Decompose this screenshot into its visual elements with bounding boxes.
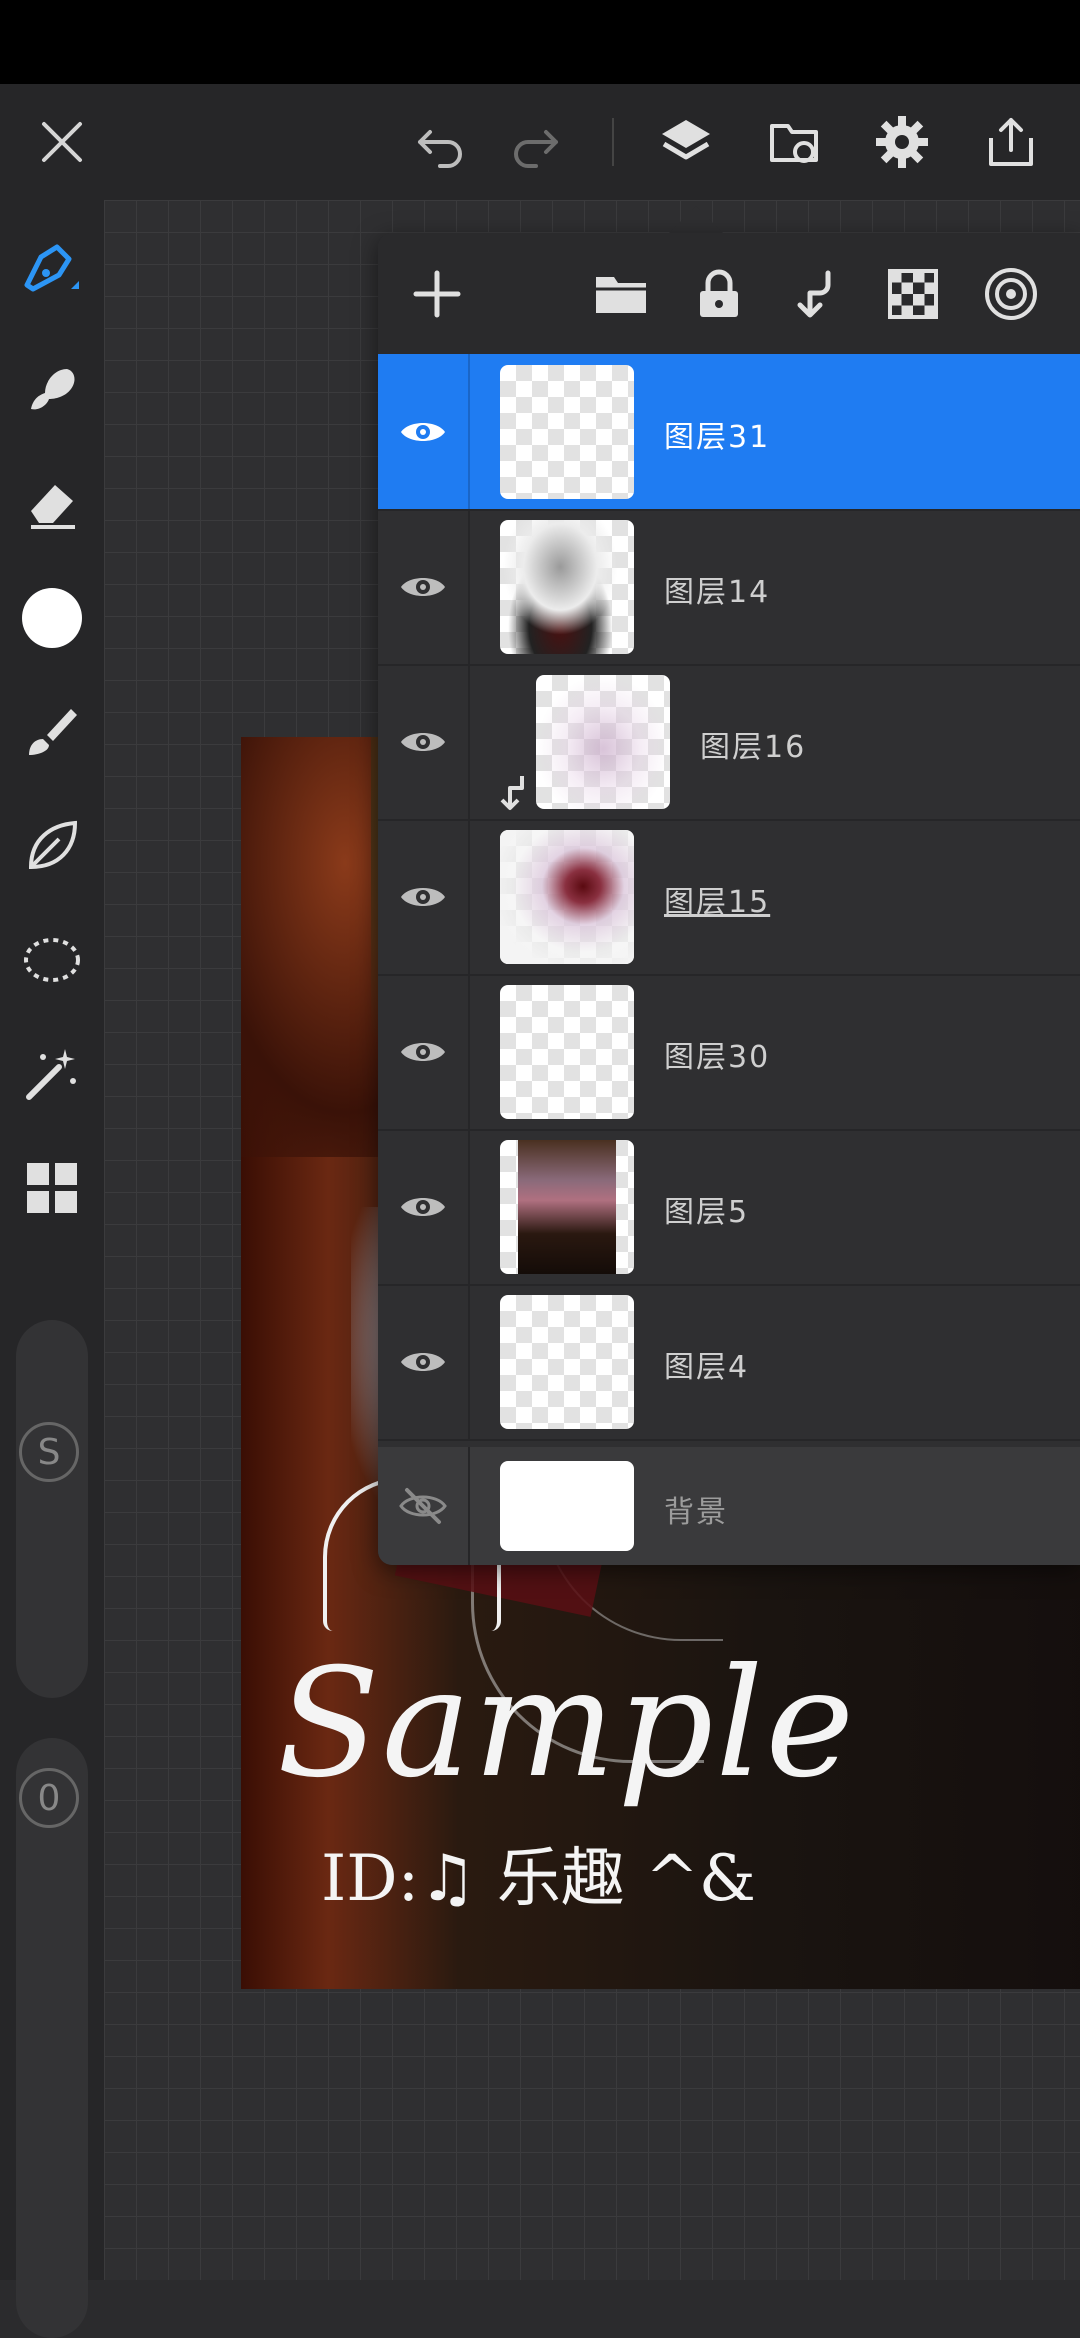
hidden-eye-icon[interactable] <box>378 1447 470 1565</box>
redo-icon[interactable] <box>500 106 572 178</box>
layer-name: 图层14 <box>664 575 771 610</box>
layer-name: 图层16 <box>700 730 807 765</box>
layer-row[interactable]: 图层30 <box>378 974 1080 1131</box>
close-icon[interactable] <box>26 106 98 178</box>
layers-panel: 图层31 图层14 图层16 图层15 图层30 图层5 图层4 背景 <box>378 233 1080 1565</box>
layer-thumbnail <box>500 1140 634 1274</box>
clipping-arrow-icon <box>500 776 524 810</box>
layer-row[interactable]: 图层16 <box>378 664 1080 821</box>
share-icon[interactable] <box>975 106 1047 178</box>
layer-name: 背景 <box>664 1495 728 1530</box>
visibility-eye-icon[interactable] <box>378 1129 470 1284</box>
layer-row[interactable]: 图层14 <box>378 509 1080 666</box>
transparency-lock-icon[interactable] <box>880 261 946 327</box>
layer-row[interactable]: 图层31 <box>378 354 1080 511</box>
layer-thumbnail <box>536 675 670 809</box>
gallery-icon[interactable] <box>758 106 830 178</box>
eraser-icon[interactable] <box>14 466 90 542</box>
add-layer-icon[interactable] <box>404 261 470 327</box>
layer-name: 图层31 <box>664 420 771 455</box>
visibility-eye-icon[interactable] <box>378 354 470 509</box>
blend-mode-icon[interactable] <box>978 261 1044 327</box>
gear-icon[interactable] <box>866 106 938 178</box>
left-toolbar: S 0 <box>0 200 104 2338</box>
pen-brush-icon[interactable] <box>14 230 90 306</box>
layer-name: 图层5 <box>664 1195 750 1230</box>
opacity-label: 0 <box>19 1768 79 1828</box>
visibility-eye-icon[interactable] <box>378 1284 470 1439</box>
lasso-selection-icon[interactable] <box>14 922 90 998</box>
smudge-icon[interactable] <box>14 352 90 428</box>
top-toolbar <box>0 84 1080 200</box>
undo-icon[interactable] <box>404 106 476 178</box>
layer-thumbnail <box>500 1295 634 1429</box>
folder-icon[interactable] <box>588 261 654 327</box>
watermark-text: Sample <box>277 1637 857 1811</box>
more-tools-icon[interactable] <box>14 1150 90 1226</box>
lock-icon[interactable] <box>686 261 752 327</box>
visibility-eye-icon[interactable] <box>378 664 470 819</box>
layers-panel-header <box>378 233 1080 354</box>
layer-thumbnail <box>500 830 634 964</box>
size-label: S <box>19 1422 79 1482</box>
visibility-eye-icon[interactable] <box>378 974 470 1129</box>
id-text: ID:♫ 乐趣 ^& <box>321 1842 756 1916</box>
color-swatch[interactable] <box>14 580 90 656</box>
leaf-icon[interactable] <box>14 808 90 884</box>
layer-thumbnail <box>500 520 634 654</box>
layer-thumbnail <box>500 365 634 499</box>
layer-name: 图层4 <box>664 1350 750 1385</box>
background-thumbnail <box>500 1461 634 1551</box>
layer-name: 图层15 <box>664 885 771 920</box>
clip-mask-icon[interactable] <box>784 261 850 327</box>
status-bar <box>0 0 1080 84</box>
visibility-eye-icon[interactable] <box>378 509 470 664</box>
layer-row[interactable]: 图层5 <box>378 1129 1080 1286</box>
visibility-eye-icon[interactable] <box>378 819 470 974</box>
layers-icon[interactable] <box>650 106 722 178</box>
layer-row[interactable]: 图层4 <box>378 1284 1080 1441</box>
opacity-slider[interactable]: 0 <box>16 1738 88 2338</box>
layer-name: 图层30 <box>664 1040 771 1075</box>
layer-thumbnail <box>500 985 634 1119</box>
paint-brush-icon[interactable] <box>14 694 90 770</box>
panel-pointer <box>668 206 724 234</box>
toolbar-divider <box>612 118 614 166</box>
layer-row[interactable]: 图层15 <box>378 819 1080 976</box>
background-layer-row[interactable]: 背景 <box>378 1447 1080 1565</box>
magic-wand-icon[interactable] <box>14 1036 90 1112</box>
brush-size-slider[interactable]: S <box>16 1320 88 1698</box>
